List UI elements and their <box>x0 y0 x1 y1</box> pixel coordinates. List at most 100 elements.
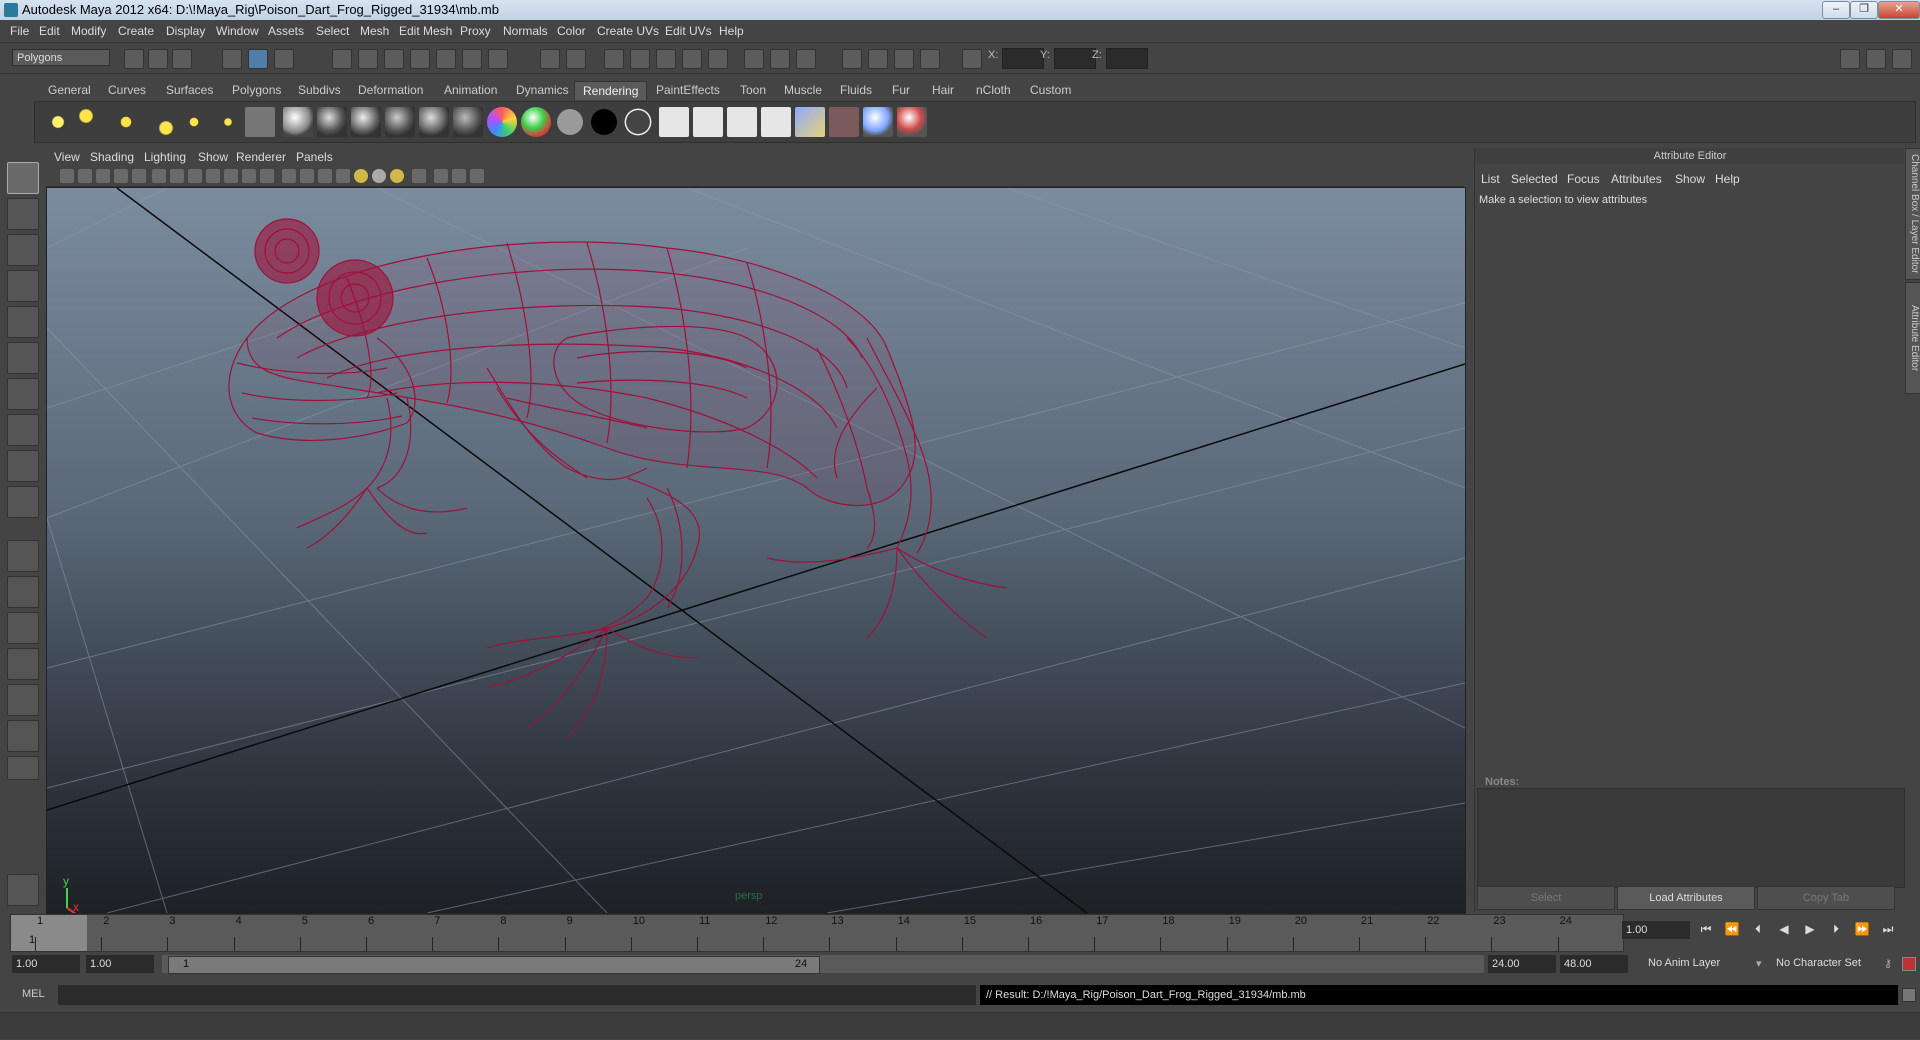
step-forward-frame-icon[interactable]: ⏵ <box>1826 922 1846 938</box>
paint-texture-icon[interactable] <box>897 107 927 137</box>
go-to-end-icon[interactable]: ⏭ <box>1878 922 1898 938</box>
key-icon[interactable]: ⚷ <box>1884 957 1892 970</box>
ae-menu-focus[interactable]: Focus <box>1567 172 1600 186</box>
directional-light-icon[interactable] <box>77 107 107 137</box>
ambient-light-icon[interactable] <box>43 107 73 137</box>
step-back-frame-icon[interactable]: ⏴ <box>1748 922 1768 938</box>
wireframe-shading-icon[interactable] <box>282 169 296 183</box>
shelf-tab-deformation[interactable]: Deformation <box>350 81 431 99</box>
z-input[interactable] <box>1106 48 1148 69</box>
shelf-tab-rendering[interactable]: Rendering <box>574 81 648 100</box>
camera-attributes-icon[interactable] <box>78 169 92 183</box>
image-plane-icon[interactable] <box>114 169 128 183</box>
shelf-tab-fluids[interactable]: Fluids <box>832 81 880 99</box>
shadows-icon[interactable] <box>372 169 386 183</box>
play-backwards-icon[interactable]: ◀ <box>1774 922 1794 938</box>
isolate-select-icon[interactable] <box>412 169 426 183</box>
mental-ray-icon[interactable] <box>863 107 893 137</box>
save-scene-icon[interactable] <box>172 49 192 69</box>
x-input[interactable] <box>1002 48 1044 69</box>
input-line-icon[interactable] <box>744 49 764 69</box>
attribute-editor-tab[interactable]: Attribute Editor <box>1905 282 1920 394</box>
shelf-tab-subdivs[interactable]: Subdivs <box>290 81 349 99</box>
select-camera-icon[interactable] <box>60 169 74 183</box>
textured-icon[interactable] <box>336 169 350 183</box>
select-tool-icon[interactable] <box>7 162 39 194</box>
render-globals-icon[interactable] <box>761 107 791 137</box>
command-input[interactable] <box>58 985 976 1005</box>
show-manipulator-icon[interactable] <box>7 450 39 482</box>
menu-select[interactable]: Select <box>316 24 349 38</box>
playback-end-field[interactable]: 24.00 <box>1488 955 1556 973</box>
mel-label[interactable]: MEL <box>22 988 45 1000</box>
current-frame-field[interactable]: 1.00 <box>1622 921 1690 939</box>
last-tool-icon[interactable] <box>7 486 39 518</box>
show-tool-settings-icon[interactable] <box>1866 49 1886 69</box>
menu-edit[interactable]: Edit <box>39 24 60 38</box>
go-to-start-icon[interactable]: ⏮ <box>1696 922 1716 938</box>
script-editor-icon[interactable] <box>1902 988 1916 1002</box>
ipr-render-icon[interactable] <box>630 49 650 69</box>
shelf-tab-general[interactable]: General <box>40 81 99 99</box>
select-by-object-icon[interactable] <box>248 49 268 69</box>
shelf-tab-muscle[interactable]: Muscle <box>776 81 830 99</box>
ae-menu-attributes[interactable]: Attributes <box>1611 172 1662 186</box>
safe-action-icon[interactable] <box>242 169 256 183</box>
render-current-icon[interactable] <box>659 107 689 137</box>
viewport-menu-shading[interactable]: Shading <box>90 150 134 164</box>
history-icon[interactable] <box>462 49 482 69</box>
ae-menu-list[interactable]: List <box>1481 172 1500 186</box>
blinn-material-icon[interactable] <box>317 107 347 137</box>
step-back-key-icon[interactable]: ⏪ <box>1722 922 1742 938</box>
single-perspective-layout-icon[interactable] <box>7 540 39 572</box>
graph-persp-layout-icon[interactable] <box>7 648 39 680</box>
snap-curve-icon[interactable] <box>358 49 378 69</box>
ae-select-button[interactable]: Select <box>1477 886 1615 910</box>
render-region-icon[interactable] <box>566 49 586 69</box>
show-attribute-editor-icon[interactable] <box>1840 49 1860 69</box>
use-all-lights-icon[interactable] <box>354 169 368 183</box>
menu-create-uvs[interactable]: Create UVs <box>597 24 659 38</box>
hypershade-icon[interactable] <box>682 49 702 69</box>
paint-select-icon[interactable] <box>842 49 862 69</box>
new-scene-icon[interactable] <box>124 49 144 69</box>
move-tool-icon[interactable] <box>7 270 39 302</box>
step-forward-key-icon[interactable]: ⏩ <box>1852 922 1872 938</box>
create-camera-icon[interactable] <box>245 107 275 137</box>
snap-view-plane-icon[interactable] <box>410 49 430 69</box>
viewport-menu-renderer[interactable]: Renderer <box>236 150 286 164</box>
menu-color[interactable]: Color <box>557 24 586 38</box>
animation-end-field[interactable]: 48.00 <box>1560 955 1628 973</box>
shelf-tab-curves[interactable]: Curves <box>100 81 154 99</box>
spot-light-icon[interactable] <box>145 107 175 137</box>
shelf-tab-toon[interactable]: Toon <box>732 81 774 99</box>
menu-modify[interactable]: Modify <box>71 24 106 38</box>
render-view-window-icon[interactable] <box>795 107 825 137</box>
safe-title-icon[interactable] <box>260 169 274 183</box>
menu-create[interactable]: Create <box>118 24 154 38</box>
resolution-gate-icon[interactable] <box>188 169 202 183</box>
ramp-shader-icon[interactable] <box>487 107 517 137</box>
field-chart-icon[interactable] <box>224 169 238 183</box>
volume-light-icon[interactable] <box>213 107 243 137</box>
playback-start-field[interactable]: 1.00 <box>86 955 154 973</box>
smooth-shading-icon[interactable] <box>300 169 314 183</box>
absolute-transform-icon[interactable] <box>920 49 940 69</box>
notes-textarea[interactable] <box>1477 788 1905 888</box>
menu-window[interactable]: Window <box>216 24 259 38</box>
render-settings-icon[interactable] <box>656 49 676 69</box>
shelf-tab-custom[interactable]: Custom <box>1022 81 1079 99</box>
shelf-tab-ncloth[interactable]: nCloth <box>968 81 1019 99</box>
universal-manipulator-icon[interactable] <box>7 378 39 410</box>
attribute-toggle-icon[interactable] <box>796 49 816 69</box>
play-forwards-icon[interactable]: ▶ <box>1800 922 1820 938</box>
wireframe-on-shaded-icon[interactable] <box>318 169 332 183</box>
grid-icon[interactable] <box>152 169 166 183</box>
lock-icon[interactable] <box>540 49 560 69</box>
frog-wireframe-mesh[interactable] <box>228 218 1008 739</box>
soft-modification-icon[interactable] <box>7 414 39 446</box>
layout-options-icon[interactable] <box>7 756 39 780</box>
viewport-menu-show[interactable]: Show <box>198 150 228 164</box>
shelf-tab-painteffects[interactable]: PaintEffects <box>648 81 728 99</box>
point-light-icon[interactable] <box>111 107 141 137</box>
